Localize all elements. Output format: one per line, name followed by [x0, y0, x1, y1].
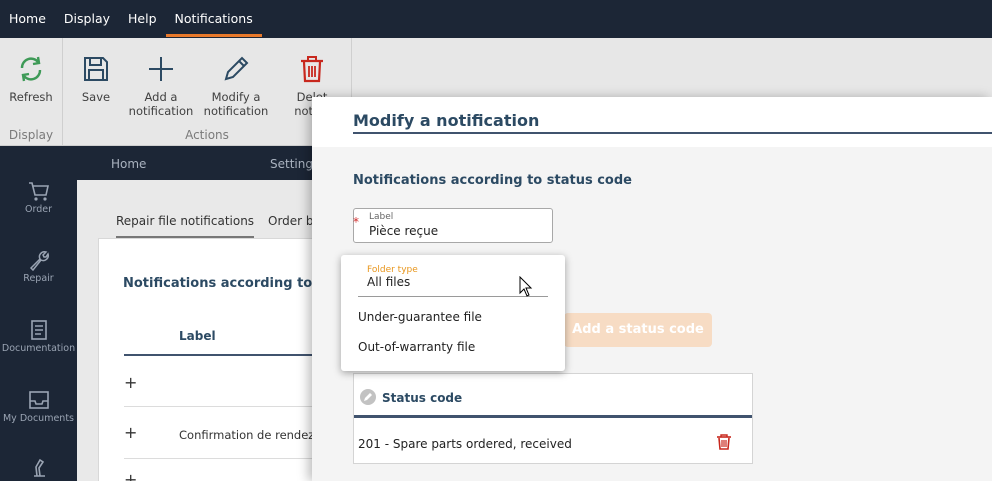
background-row-2-text: Confirmation de rendez v — [179, 428, 325, 442]
save-button[interactable]: Save — [63, 54, 129, 104]
trash-icon — [717, 434, 731, 450]
background-column-label: Label — [179, 329, 216, 343]
save-label: Save — [81, 90, 111, 104]
ribbon-group-display: Refresh Display — [0, 38, 63, 146]
sidebar-label-repair: Repair — [23, 273, 54, 284]
status-code-header: Status code — [382, 391, 463, 405]
option-under-guarantee[interactable]: Under-guarantee file — [358, 310, 482, 324]
modal-header: Modify a notification — [312, 97, 992, 147]
sidebar-label-my-documents: My Documents — [2, 413, 74, 424]
trash-icon — [301, 56, 323, 83]
sidebar-item-order[interactable]: Order — [0, 180, 77, 215]
sidebar-item-documentation[interactable]: Documentation — [0, 319, 77, 354]
subnav-home[interactable]: Home — [111, 157, 146, 171]
add-label-1: Add a — [144, 90, 178, 104]
add-status-code-button[interactable]: Add a status code — [564, 313, 712, 347]
background-row-divider-2 — [124, 458, 344, 459]
sidebar-label-order: Order — [25, 204, 52, 215]
pencil-icon — [224, 56, 249, 81]
expand-row-1[interactable]: + — [124, 373, 137, 392]
mouse-cursor-icon — [519, 275, 533, 302]
folder-type-dropdown[interactable]: Folder type All files Under-guarantee fi… — [341, 255, 565, 371]
menu-notifications[interactable]: Notifications — [165, 0, 263, 38]
top-menu-bar: Home Display Help Notifications — [0, 0, 992, 38]
modal-title: Modify a notification — [353, 111, 540, 130]
folder-type-label: Folder type — [367, 265, 418, 275]
menu-display[interactable]: Display — [55, 0, 119, 38]
add-notification-button[interactable]: Add a notification — [128, 54, 194, 118]
modify-label-1: Modify a — [211, 90, 261, 104]
save-icon — [84, 57, 108, 81]
menu-home[interactable]: Home — [0, 0, 55, 38]
cart-icon — [28, 182, 49, 201]
table-row: 201 - Spare parts ordered, received — [358, 437, 572, 451]
label-field-caption: Label — [369, 212, 394, 222]
sidebar-item-my-documents[interactable]: My Documents — [0, 389, 77, 424]
background-page: Repair file notifications Order bi Notif… — [77, 180, 344, 481]
tab-repair-file-notifications[interactable]: Repair file notifications — [116, 214, 255, 238]
background-header-rule — [124, 354, 344, 356]
label-field[interactable]: * Label Pièce reçue — [353, 208, 553, 243]
status-table-header: Status code — [354, 374, 752, 418]
inbox-icon — [28, 391, 49, 409]
required-marker: * — [353, 215, 359, 229]
delete-row-button[interactable] — [715, 433, 733, 455]
background-card — [98, 238, 338, 481]
modify-notification-button[interactable]: Modify a notification — [203, 54, 269, 118]
expand-row-3[interactable]: + — [124, 470, 137, 481]
left-sidebar: Order Repair Documentation My Documents — [0, 146, 77, 481]
status-section-title: Notifications according to status code — [353, 173, 632, 188]
tab-order-notifications[interactable]: Order bi — [268, 214, 317, 228]
status-code-table: Status code 201 - Spare parts ordered, r… — [353, 373, 753, 464]
menu-help[interactable]: Help — [119, 0, 166, 38]
refresh-label: Refresh — [9, 90, 53, 104]
group-label-display: Display — [8, 128, 54, 142]
document-icon — [30, 320, 47, 340]
label-field-value: Pièce reçue — [369, 224, 439, 238]
edit-pencil-icon[interactable] — [360, 389, 376, 405]
option-out-of-warranty[interactable]: Out-of-warranty file — [358, 340, 475, 354]
sidebar-item-more[interactable] — [0, 456, 77, 480]
refresh-icon — [20, 56, 42, 82]
add-label-2: notification — [128, 104, 194, 118]
ribbon-group-actions: Save Add a notification Modify a notific… — [63, 38, 352, 146]
tool-icon — [33, 458, 45, 477]
expand-row-2[interactable]: + — [124, 423, 137, 442]
group-label-actions: Actions — [185, 128, 229, 142]
background-section-title: Notifications according to sta — [123, 276, 340, 291]
plus-icon — [149, 57, 173, 81]
modal-title-rule — [353, 132, 992, 134]
modify-label-2: notification — [203, 104, 269, 118]
wrench-icon — [29, 251, 49, 271]
sub-navigation: Home Settings — [77, 146, 319, 180]
background-row-divider — [124, 406, 344, 407]
folder-type-selected[interactable]: All files — [367, 275, 410, 289]
refresh-button[interactable]: Refresh — [0, 54, 64, 104]
sidebar-label-documentation: Documentation — [1, 343, 76, 354]
sidebar-item-repair[interactable]: Repair — [0, 249, 77, 284]
